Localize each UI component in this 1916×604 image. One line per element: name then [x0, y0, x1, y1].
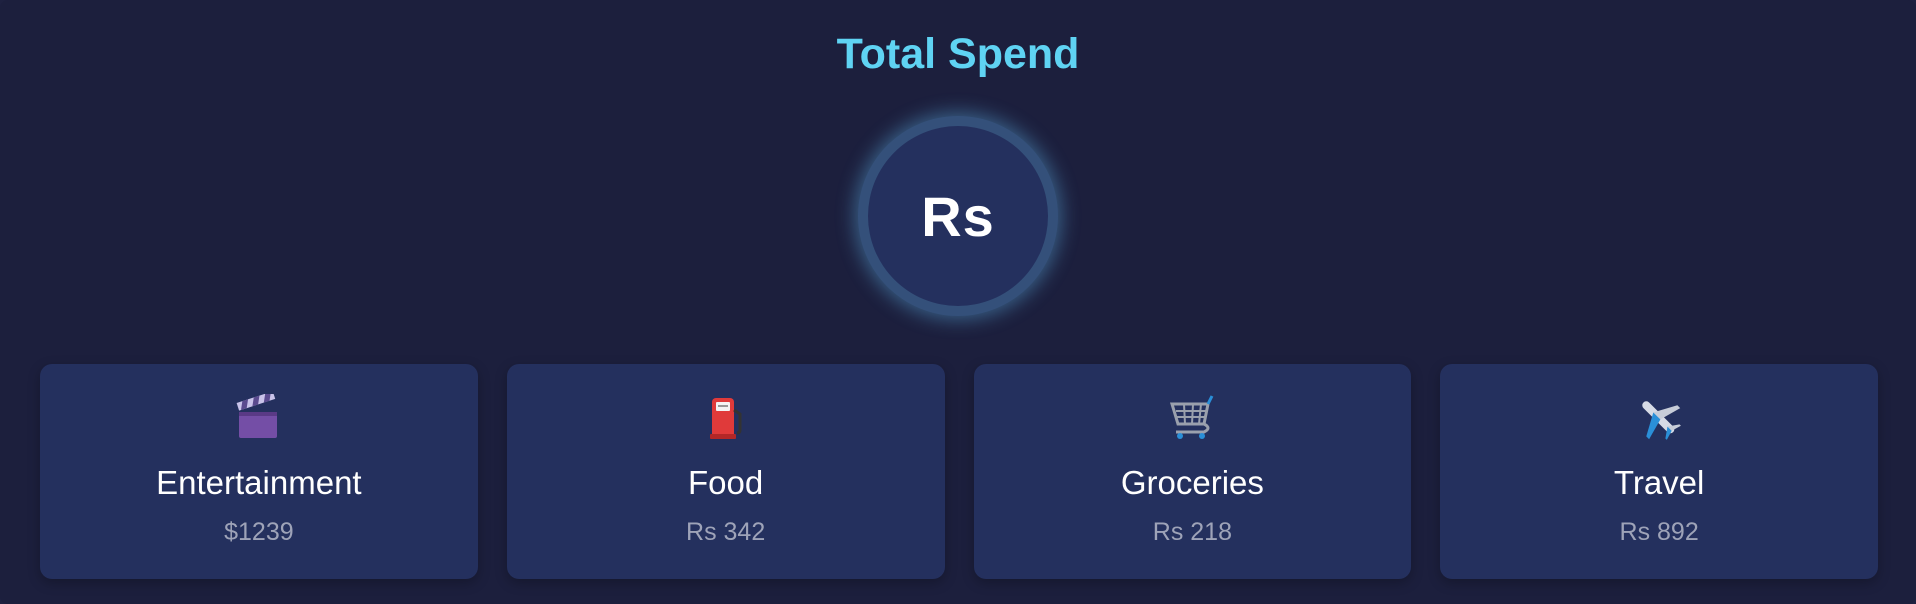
total-spend-circle: Rs [858, 116, 1058, 316]
category-value: Rs 342 [686, 518, 766, 546]
category-card-groceries[interactable]: Groceries Rs 218 [973, 364, 1412, 579]
category-value: Rs 892 [1619, 518, 1699, 546]
category-value: Rs 218 [1152, 518, 1232, 546]
category-label: Food [688, 464, 764, 501]
clapperboard-icon [233, 392, 285, 444]
category-label: Groceries [1120, 464, 1264, 501]
total-spend-circle-inner: Rs [868, 126, 1048, 306]
category-card-entertainment[interactable]: Entertainment $1239 [40, 364, 478, 579]
page-title: Total Spend [836, 30, 1080, 78]
category-cards: Entertainment $1239 Food Rs 342 Grocerie… [40, 364, 1878, 579]
category-label: Entertainment [156, 464, 362, 501]
category-value: $1239 [224, 518, 294, 546]
fuel-pump-icon [700, 392, 752, 444]
currency-symbol: Rs [921, 184, 995, 248]
total-spend-panel: Total Spend Rs Entertainment $1239 Food … [0, 0, 1916, 604]
category-card-food[interactable]: Food Rs 342 [506, 364, 945, 579]
airplane-icon [1633, 392, 1685, 444]
shopping-cart-icon [1166, 392, 1218, 444]
category-card-travel[interactable]: Travel Rs 892 [1440, 364, 1878, 579]
category-label: Travel [1613, 464, 1705, 501]
